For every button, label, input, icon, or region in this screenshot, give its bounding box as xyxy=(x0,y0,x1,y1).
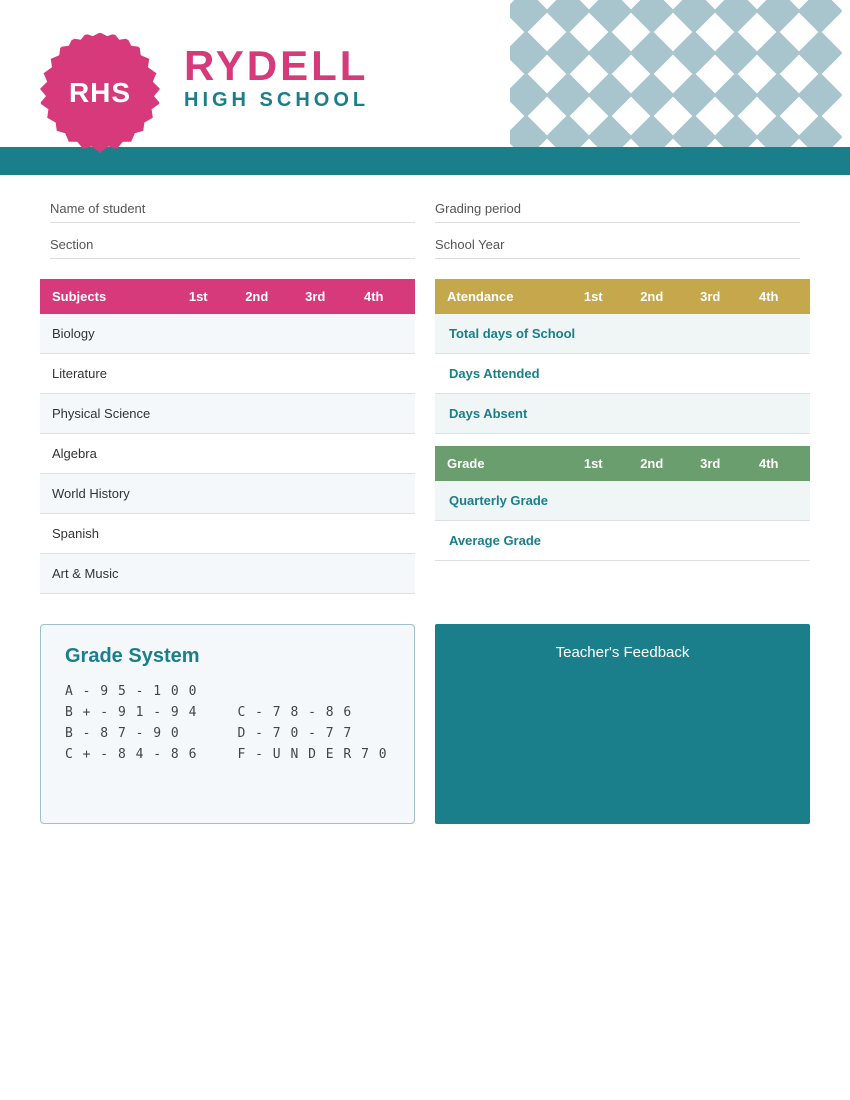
attendance-rows: Total days of School Days Attended Days Ab… xyxy=(435,314,810,434)
main-content: Subjects 1st 2nd 3rd 4th Biology Literat… xyxy=(0,269,850,614)
grading-period-field: Grading period xyxy=(435,195,800,223)
table-row: Algebra xyxy=(40,434,415,474)
grade-system-entry: C + - 8 4 - 8 6 xyxy=(65,747,218,762)
grade-col-label: Grade xyxy=(447,456,564,471)
grade-col-4th: 4th xyxy=(740,456,799,471)
table-row: World History xyxy=(40,474,415,514)
subject-name: Spanish xyxy=(52,526,169,541)
grade-system-entry: A - 9 5 - 1 0 0 xyxy=(65,684,390,699)
subject-name: Literature xyxy=(52,366,169,381)
grade-system-grid: A - 9 5 - 1 0 0 B + - 9 1 - 9 4 C - 7 8 - … xyxy=(65,684,390,762)
grade-system-box: Grade System A - 9 5 - 1 0 0 B + - 9 1 - … xyxy=(40,624,415,824)
grade-system-entry: F - U N D E R 7 0 xyxy=(238,747,391,762)
subjects-col-3rd: 3rd xyxy=(286,289,345,304)
list-item: Days Absent xyxy=(435,394,810,434)
grade-row-label: Average Grade xyxy=(449,533,541,548)
grade-system-entry: D - 7 0 - 7 7 xyxy=(238,726,391,741)
bottom-section: Grade System A - 9 5 - 1 0 0 B + - 9 1 - … xyxy=(0,614,850,854)
grade-system-entry: C - 7 8 - 8 6 xyxy=(238,705,391,720)
subjects-col-2nd: 2nd xyxy=(228,289,287,304)
attendance-row-label: Days Attended xyxy=(449,366,540,381)
grade-rows: Quarterly Grade Average Grade xyxy=(435,481,810,561)
attendance-row-label: Total days of School xyxy=(449,326,575,341)
feedback-box: Teacher's Feedback xyxy=(435,624,810,824)
table-row: Biology xyxy=(40,314,415,354)
list-item: Average Grade xyxy=(435,521,810,561)
list-item: Days Attended xyxy=(435,354,810,394)
attendance-header: Atendance 1st 2nd 3rd 4th xyxy=(435,279,810,314)
grade-system-title: Grade System xyxy=(65,645,390,668)
grade-col-3rd: 3rd xyxy=(681,456,740,471)
attendance-col-label: Atendance xyxy=(447,289,564,304)
section-label: Section xyxy=(50,237,190,252)
list-item: Quarterly Grade xyxy=(435,481,810,521)
subject-name: World History xyxy=(52,486,169,501)
subjects-rows: Biology Literature Physical Science Alge… xyxy=(40,314,415,594)
subjects-col-subject: Subjects xyxy=(52,289,169,304)
subject-name: Physical Science xyxy=(52,406,169,421)
subjects-table-header: Subjects 1st 2nd 3rd 4th xyxy=(40,279,415,314)
grade-header: Grade 1st 2nd 3rd 4th xyxy=(435,446,810,481)
grade-system-entry: B - 8 7 - 9 0 xyxy=(65,726,218,741)
school-year-label: School Year xyxy=(435,237,575,252)
header: RHS RYDELL HIGH SCHOOL xyxy=(0,0,850,175)
school-year-field: School Year xyxy=(435,231,800,259)
grade-col-2nd: 2nd xyxy=(623,456,682,471)
section-field: Section xyxy=(50,231,415,259)
right-section: Atendance 1st 2nd 3rd 4th Total days of … xyxy=(435,279,810,594)
grade-col-1st: 1st xyxy=(564,456,623,471)
subjects-col-1st: 1st xyxy=(169,289,228,304)
attendance-col-2nd: 2nd xyxy=(623,289,682,304)
attendance-col-1st: 1st xyxy=(564,289,623,304)
attendance-col-3rd: 3rd xyxy=(681,289,740,304)
info-section: Name of student Grading period Section S… xyxy=(0,175,850,269)
table-row: Art & Music xyxy=(40,554,415,594)
subjects-section: Subjects 1st 2nd 3rd 4th Biology Literat… xyxy=(40,279,415,594)
subjects-col-4th: 4th xyxy=(345,289,404,304)
list-item: Total days of School xyxy=(435,314,810,354)
subject-name: Biology xyxy=(52,326,169,341)
grade-system-entry: B + - 9 1 - 9 4 xyxy=(65,705,218,720)
school-logo: RHS xyxy=(40,33,160,153)
student-name-field: Name of student xyxy=(50,195,415,223)
attendance-row-label: Days Absent xyxy=(449,406,527,421)
school-name-block: RYDELL HIGH SCHOOL xyxy=(184,43,369,112)
table-row: Physical Science xyxy=(40,394,415,434)
feedback-title: Teacher's Feedback xyxy=(556,644,690,661)
subject-name: Algebra xyxy=(52,446,169,461)
table-row: Spanish xyxy=(40,514,415,554)
logo-initials: RHS xyxy=(69,77,131,109)
header-teal-bar xyxy=(0,147,850,175)
grading-period-label: Grading period xyxy=(435,201,575,216)
student-name-label: Name of student xyxy=(50,201,190,216)
grade-row-label: Quarterly Grade xyxy=(449,493,548,508)
attendance-col-4th: 4th xyxy=(740,289,799,304)
school-name-main: RYDELL xyxy=(184,43,369,89)
decorative-pattern xyxy=(510,0,850,155)
subject-name: Art & Music xyxy=(52,566,169,581)
school-name-sub: HIGH SCHOOL xyxy=(184,89,369,112)
table-row: Literature xyxy=(40,354,415,394)
